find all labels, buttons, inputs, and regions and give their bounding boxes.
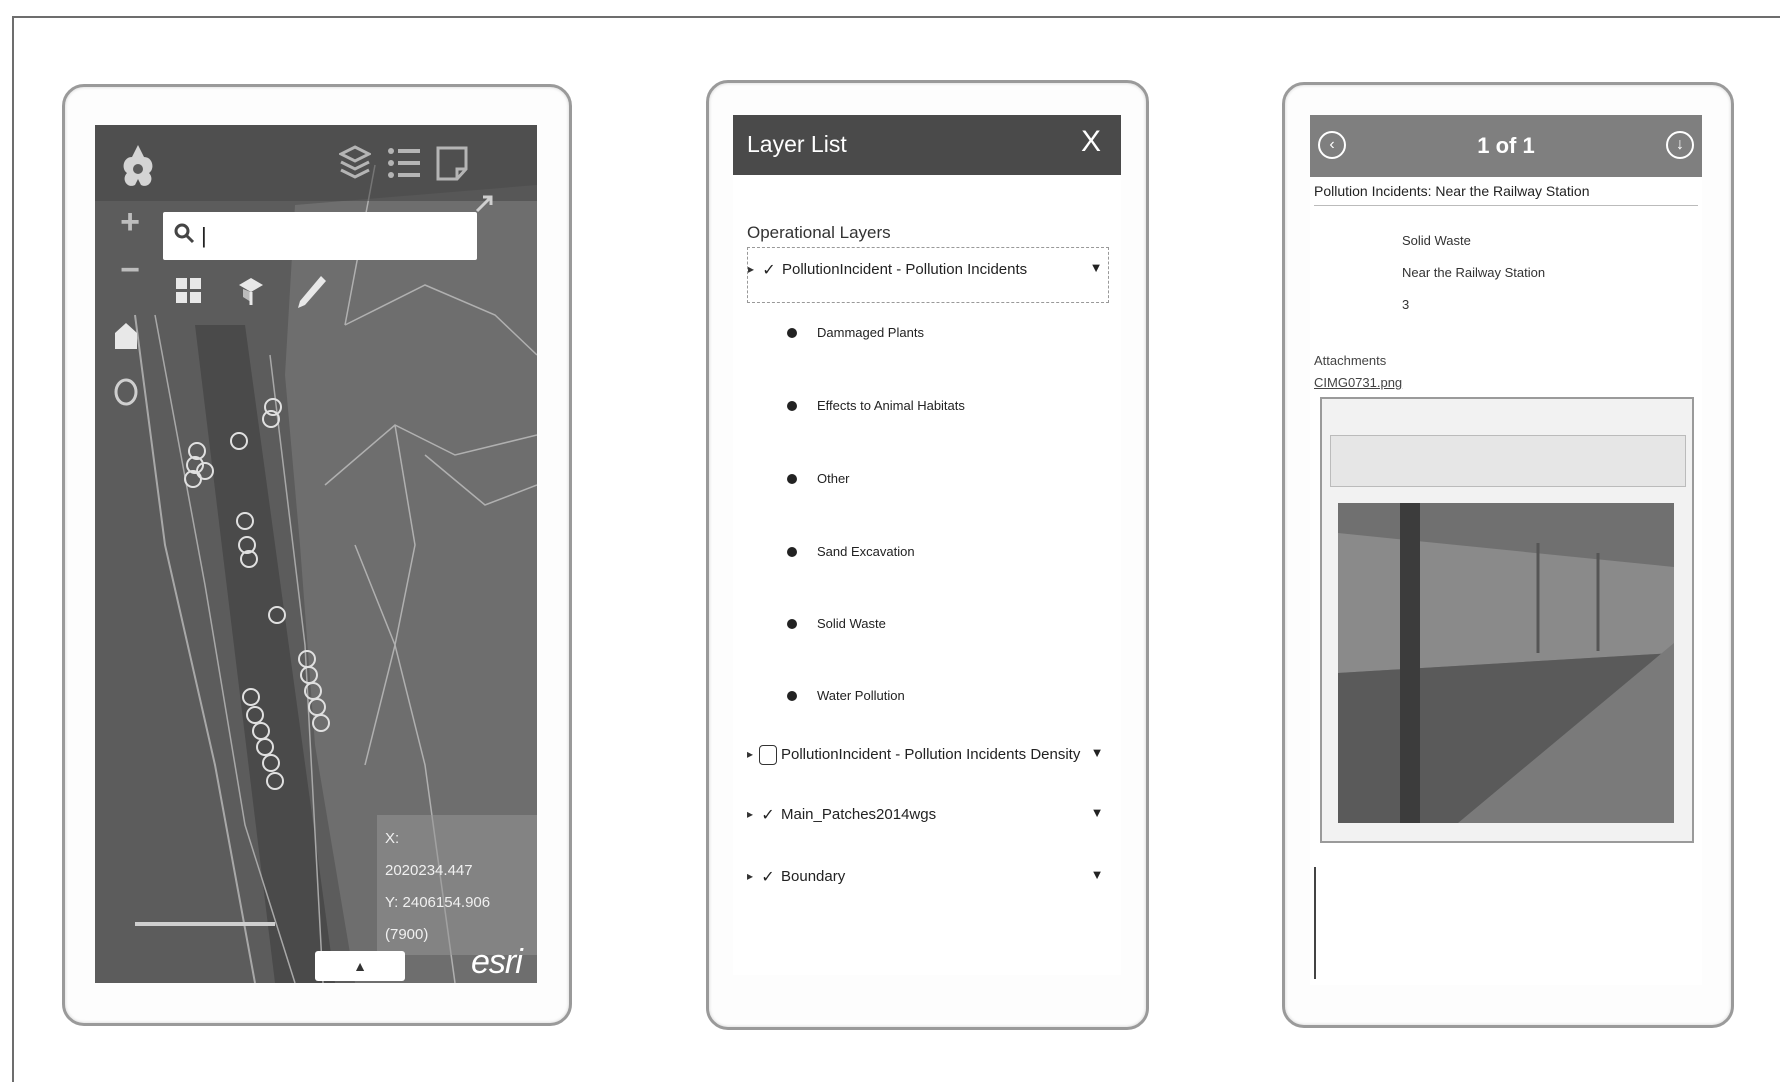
measure-icon[interactable] [235, 275, 267, 314]
field-key [1318, 265, 1402, 280]
about-icon[interactable] [435, 145, 469, 188]
layer-name: PollutionIncident - Pollution Incidents … [781, 746, 1081, 763]
visible-check-icon[interactable]: ✓ [755, 867, 781, 887]
field-key [1318, 233, 1402, 248]
sublayer-label: Solid Waste [817, 616, 886, 631]
layer-menu-chevron-icon[interactable]: ▼ [1085, 745, 1109, 760]
sublayer-item: Solid Waste [787, 616, 886, 631]
coordinate-x-label: X: [385, 830, 400, 847]
sublayer-label: Sand Excavation [817, 544, 915, 559]
expand-toggle-icon[interactable]: ▸ [747, 807, 755, 821]
expand-toggle-icon[interactable]: ▸ [747, 869, 755, 883]
layer-item[interactable]: ▸ PollutionIncident - Pollution Incident… [747, 745, 1109, 765]
field-value: Near the Railway Station [1402, 265, 1546, 280]
layer-name: PollutionIncident - Pollution Incidents [782, 261, 1028, 278]
layer-menu-chevron-icon[interactable]: ▼ [1085, 867, 1109, 882]
popup-title: Pollution Incidents: Near the Railway St… [1314, 183, 1698, 206]
scale-bar [135, 922, 275, 926]
zoom-in-button[interactable]: + [117, 205, 143, 239]
layers-icon[interactable] [337, 145, 373, 188]
legend-icon[interactable] [387, 145, 421, 188]
esri-logo: esri [471, 943, 523, 981]
field-key [1318, 297, 1402, 312]
operational-layers-heading: Operational Layers [747, 223, 891, 242]
legend-symbol-icon [787, 400, 797, 411]
attachment-photo [1338, 503, 1674, 823]
layer-list-header: Layer List X [733, 115, 1121, 175]
layer-name: Main_Patches2014wgs [781, 806, 937, 823]
layer-list-title: Layer List [747, 131, 847, 157]
sublayer-label: Other [817, 471, 850, 486]
legend-symbol-icon [787, 327, 797, 338]
phone-popup: ‹ 1 of 1 ↓ Pollution Incidents: Near the… [1282, 82, 1734, 1028]
basemap-gallery-icon[interactable] [175, 277, 203, 310]
sublayer-item: Effects to Animal Habitats [787, 398, 965, 413]
coordinate-y: Y: 2406154.906 [385, 894, 491, 911]
browser-address-bar [1330, 435, 1686, 487]
map-view[interactable]: + − | X: 2020234.447 Y: 2406154.906 (790… [95, 125, 537, 983]
map-header-bar [95, 125, 537, 201]
field-row: Near the Railway Station [1318, 265, 1545, 280]
zoom-out-button[interactable]: − [117, 253, 143, 287]
field-value: 3 [1402, 297, 1410, 312]
expand-toggle-icon[interactable]: ▸ [747, 747, 755, 761]
sublayer-item: Water Pollution [787, 688, 905, 703]
layer-name: Boundary [781, 868, 846, 885]
divider [1314, 867, 1316, 979]
sublayer-label: Effects to Animal Habitats [817, 398, 965, 413]
attachment-link[interactable]: CIMG0731.png [1314, 375, 1402, 390]
app-logo-icon [119, 143, 157, 196]
phone-map-view: + − | X: 2020234.447 Y: 2406154.906 (790… [62, 84, 572, 1026]
search-input[interactable] [199, 222, 463, 250]
search-bar[interactable] [163, 212, 477, 260]
sublayer-label: Water Pollution [817, 688, 905, 703]
coordinate-x-value: 2020234.447 [385, 862, 473, 879]
sublayer-label: Dammaged Plants [817, 325, 924, 340]
field-row: 3 [1318, 297, 1409, 312]
locate-icon[interactable] [113, 377, 139, 412]
legend-symbol-icon [787, 546, 797, 557]
feature-count: 1 of 1 [1477, 133, 1535, 158]
expand-toggle-icon[interactable]: ▸ [748, 262, 756, 276]
layer-menu-chevron-icon[interactable]: ▼ [1084, 260, 1108, 275]
sublayer-item: Other [787, 471, 850, 486]
visible-checkbox-empty[interactable] [759, 745, 777, 765]
attachments-label: Attachments [1314, 353, 1387, 368]
sublayer-item: Dammaged Plants [787, 325, 924, 340]
sublayer-item: Sand Excavation [787, 544, 915, 559]
popup-panel: ‹ 1 of 1 ↓ Pollution Incidents: Near the… [1310, 115, 1702, 985]
legend-symbol-icon [787, 473, 797, 484]
layer-item[interactable]: ▸ ✓ Boundary ▼ [747, 867, 1109, 887]
layer-list-panel: Layer List X Operational Layers ▸ ✓ Poll… [733, 115, 1121, 975]
next-feature-button[interactable]: ↓ [1666, 131, 1694, 159]
popup-header: ‹ 1 of 1 ↓ [1310, 115, 1702, 177]
visible-check-icon[interactable]: ✓ [756, 260, 782, 280]
layer-item[interactable]: ▸ ✓ PollutionIncident - Pollution Incide… [747, 247, 1109, 303]
attachment-preview [1320, 397, 1694, 843]
home-icon[interactable] [113, 321, 139, 356]
coordinate-readout: X: 2020234.447 Y: 2406154.906 (7900) [377, 815, 537, 955]
layer-item[interactable]: ▸ ✓ Main_Patches2014wgs ▼ [747, 805, 1109, 825]
layer-menu-chevron-icon[interactable]: ▼ [1085, 805, 1109, 820]
search-icon [173, 222, 195, 250]
legend-symbol-icon [787, 618, 797, 629]
edit-icon[interactable] [295, 273, 329, 316]
expand-icon[interactable] [473, 193, 495, 220]
field-row: Solid Waste [1318, 233, 1471, 248]
attribution-toggle[interactable]: ▲ [315, 951, 405, 981]
close-button[interactable]: X [1081, 125, 1101, 159]
phone-layer-list: Layer List X Operational Layers ▸ ✓ Poll… [706, 80, 1149, 1030]
legend-symbol-icon [787, 690, 797, 701]
field-value: Solid Waste [1402, 233, 1471, 248]
visible-check-icon[interactable]: ✓ [755, 805, 781, 825]
